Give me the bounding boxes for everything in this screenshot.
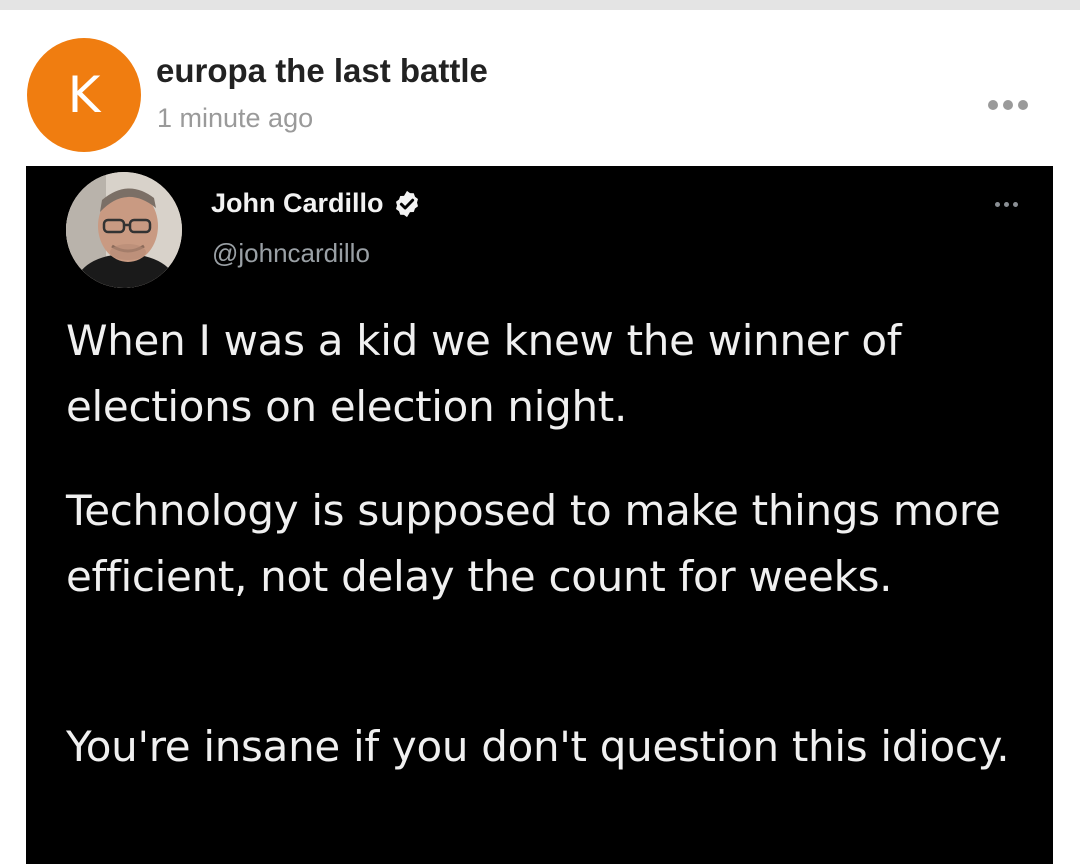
more-options-button[interactable] xyxy=(980,90,1036,120)
avatar[interactable]: K xyxy=(27,38,141,152)
dot-icon xyxy=(1003,201,1009,207)
tweet-author-name: John Cardillo xyxy=(211,188,384,218)
tweet-paragraph: Technology is supposed to make things mo… xyxy=(66,486,1001,601)
post-timestamp: 1 minute ago xyxy=(157,103,314,133)
tweet-paragraph: You're insane if you don't question this… xyxy=(66,722,1010,771)
embedded-tweet-image[interactable]: John Cardillo @johncardillo When I was a… xyxy=(26,166,1053,864)
tweet-name-row: John Cardillo xyxy=(211,188,422,219)
profile-photo-icon xyxy=(66,172,182,288)
avatar-letter: K xyxy=(67,66,101,124)
tweet-more-icon xyxy=(986,196,1026,212)
tweet-author-handle: @johncardillo xyxy=(212,238,370,268)
author-name[interactable]: europa the last battle xyxy=(156,52,488,90)
dot-icon xyxy=(1012,201,1018,207)
top-divider-bar xyxy=(0,0,1080,10)
more-horizontal-icon xyxy=(1003,100,1013,110)
more-horizontal-icon xyxy=(1018,100,1028,110)
dot-icon xyxy=(994,201,1000,207)
verified-badge-icon xyxy=(395,190,418,217)
post-header: K europa the last battle 1 minute ago xyxy=(0,10,1080,166)
more-horizontal-icon xyxy=(988,100,998,110)
tweet-author-avatar xyxy=(66,172,182,288)
tweet-paragraph: When I was a kid we knew the winner of e… xyxy=(66,316,902,431)
